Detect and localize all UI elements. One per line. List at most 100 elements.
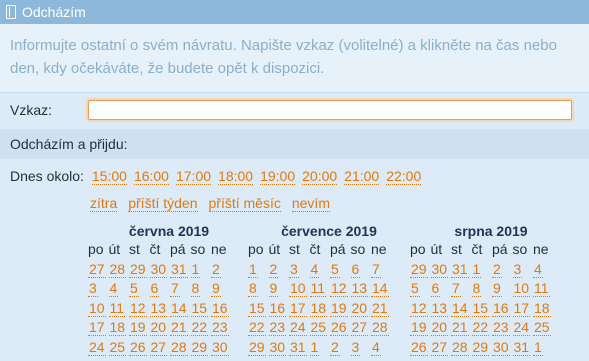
calendar-day[interactable]: 27: [149, 338, 168, 356]
calendar-day[interactable]: 2: [211, 260, 221, 278]
time-link[interactable]: 19:00: [260, 168, 296, 185]
calendar-day[interactable]: 2: [492, 260, 502, 278]
calendar-day[interactable]: 23: [268, 319, 287, 336]
calendar-day[interactable]: 16: [211, 299, 229, 317]
calendar-day[interactable]: 22: [190, 319, 209, 336]
calendar-day[interactable]: 22: [248, 319, 266, 336]
calendar-day[interactable]: 31: [451, 260, 469, 278]
calendar-day[interactable]: 11: [533, 280, 550, 297]
calendar-day[interactable]: 14: [451, 299, 469, 317]
calendar-day[interactable]: 27: [88, 260, 106, 278]
calendar-day[interactable]: 8: [471, 280, 482, 297]
calendar-day[interactable]: 29: [471, 338, 490, 356]
calendar-day[interactable]: 31: [512, 338, 531, 356]
calendar-day[interactable]: 11: [108, 299, 126, 317]
time-link[interactable]: 22:00: [386, 168, 422, 185]
calendar-day[interactable]: 26: [330, 319, 348, 336]
calendar-day[interactable]: 18: [309, 299, 328, 317]
calendar-day[interactable]: 3: [88, 280, 98, 297]
calendar-day[interactable]: 14: [371, 280, 389, 297]
time-link[interactable]: 20:00: [302, 168, 338, 185]
calendar-day[interactable]: 5: [410, 280, 420, 297]
calendar-day[interactable]: 2: [330, 338, 340, 356]
calendar-day[interactable]: 27: [350, 319, 369, 336]
calendar-day[interactable]: 22: [471, 319, 490, 336]
calendar-day[interactable]: 6: [350, 260, 361, 278]
calendar-day[interactable]: 13: [430, 299, 449, 317]
calendar-day[interactable]: 10: [289, 280, 307, 297]
calendar-day[interactable]: 29: [410, 260, 428, 278]
quick-link[interactable]: příští týden: [128, 195, 198, 212]
calendar-day[interactable]: 15: [248, 299, 266, 317]
calendar-day[interactable]: 24: [512, 319, 531, 336]
calendar-day[interactable]: 19: [410, 319, 428, 336]
calendar-day[interactable]: 25: [533, 319, 551, 336]
calendar-day[interactable]: 23: [211, 319, 229, 336]
calendar-day[interactable]: 26: [410, 338, 428, 356]
time-link[interactable]: 17:00: [175, 168, 212, 185]
calendar-day[interactable]: 10: [88, 299, 106, 317]
calendar-day[interactable]: 26: [129, 338, 147, 356]
calendar-day[interactable]: 27: [430, 338, 449, 356]
calendar-day[interactable]: 31: [170, 260, 188, 278]
calendar-day[interactable]: 29: [129, 260, 147, 278]
calendar-day[interactable]: 28: [371, 319, 389, 336]
calendar-day[interactable]: 8: [248, 280, 258, 297]
calendar-day[interactable]: 12: [330, 280, 348, 297]
calendar-day[interactable]: 7: [371, 260, 381, 278]
calendar-day[interactable]: 18: [533, 299, 551, 317]
calendar-day[interactable]: 28: [108, 260, 127, 278]
calendar-day[interactable]: 24: [88, 338, 106, 356]
calendar-day[interactable]: 3: [289, 260, 299, 278]
calendar-day[interactable]: 5: [129, 280, 139, 297]
message-input[interactable]: [88, 100, 572, 120]
calendar-day[interactable]: 1: [533, 338, 543, 356]
calendar-day[interactable]: 1: [190, 260, 201, 278]
calendar-day[interactable]: 7: [451, 280, 461, 297]
calendar-day[interactable]: 28: [170, 338, 188, 356]
calendar-day[interactable]: 6: [149, 280, 160, 297]
quick-link[interactable]: nevím: [291, 195, 330, 212]
quick-link[interactable]: příští měsíc: [208, 195, 281, 212]
calendar-day[interactable]: 29: [190, 338, 209, 356]
calendar-day[interactable]: 30: [211, 338, 229, 356]
calendar-day[interactable]: 9: [492, 280, 502, 297]
calendar-day[interactable]: 29: [248, 338, 266, 356]
calendar-day[interactable]: 2: [268, 260, 279, 278]
calendar-day[interactable]: 4: [108, 280, 119, 297]
calendar-day[interactable]: 1: [248, 260, 258, 278]
calendar-day[interactable]: 30: [492, 338, 510, 356]
calendar-day[interactable]: 15: [471, 299, 490, 317]
calendar-day[interactable]: 16: [492, 299, 510, 317]
calendar-day[interactable]: 18: [108, 319, 127, 336]
calendar-day[interactable]: 6: [430, 280, 441, 297]
calendar-day[interactable]: 8: [190, 280, 201, 297]
calendar-day[interactable]: 13: [350, 280, 369, 297]
calendar-day[interactable]: 10: [512, 280, 531, 297]
calendar-day[interactable]: 31: [289, 338, 307, 356]
calendar-day[interactable]: 21: [371, 299, 389, 317]
time-link[interactable]: 15:00: [91, 168, 127, 185]
calendar-day[interactable]: 12: [410, 299, 428, 317]
calendar-day[interactable]: 19: [330, 299, 348, 317]
calendar-day[interactable]: 24: [289, 319, 307, 336]
calendar-day[interactable]: 15: [190, 299, 209, 317]
calendar-day[interactable]: 20: [430, 319, 449, 336]
calendar-day[interactable]: 30: [268, 338, 287, 356]
calendar-day[interactable]: 30: [149, 260, 168, 278]
quick-link[interactable]: zítra: [90, 195, 118, 212]
time-link[interactable]: 21:00: [344, 168, 380, 185]
calendar-day[interactable]: 4: [533, 260, 543, 278]
calendar-day[interactable]: 5: [330, 260, 340, 278]
calendar-day[interactable]: 17: [88, 319, 106, 336]
calendar-day[interactable]: 20: [149, 319, 168, 336]
calendar-day[interactable]: 1: [309, 338, 320, 356]
time-link[interactable]: 16:00: [133, 168, 169, 185]
calendar-day[interactable]: 4: [371, 338, 381, 356]
calendar-day[interactable]: 17: [289, 299, 307, 317]
calendar-day[interactable]: 20: [350, 299, 369, 317]
calendar-day[interactable]: 12: [129, 299, 147, 317]
calendar-day[interactable]: 17: [512, 299, 531, 317]
calendar-day[interactable]: 21: [451, 319, 469, 336]
calendar-day[interactable]: 28: [451, 338, 469, 356]
